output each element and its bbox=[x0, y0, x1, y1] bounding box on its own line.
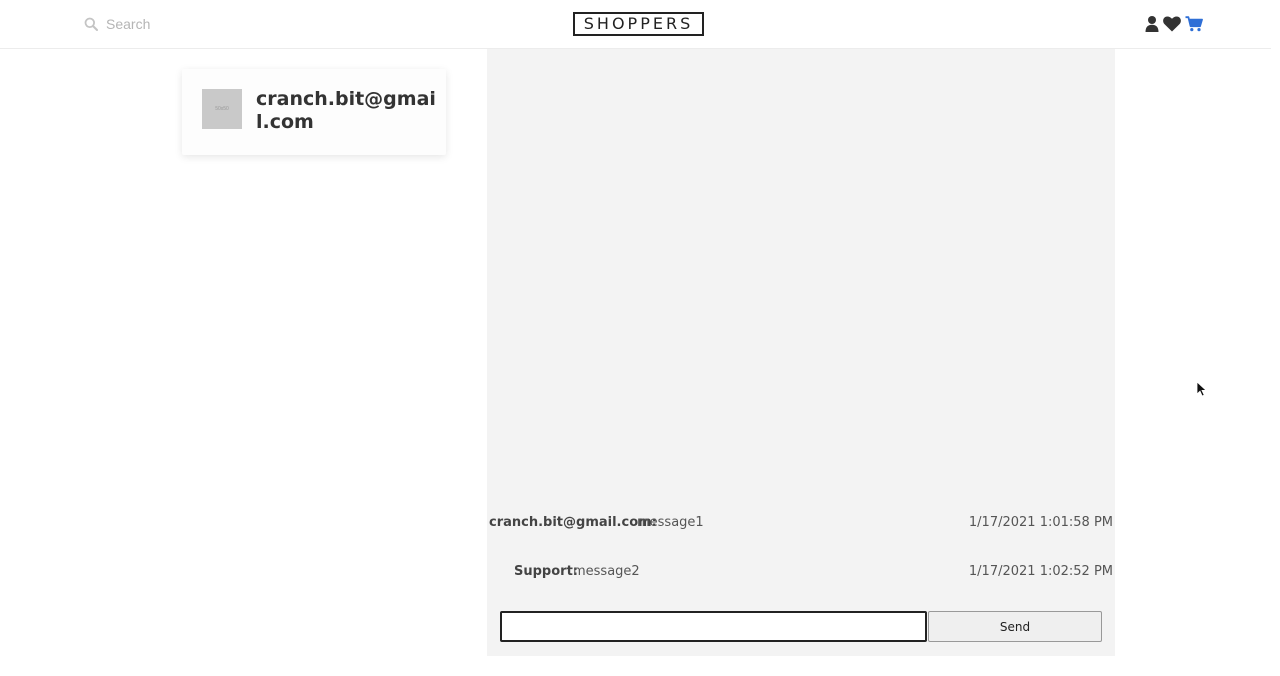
message-text: message2 bbox=[573, 564, 640, 579]
chat-message: Support: message2 1/17/2021 1:02:52 PM bbox=[487, 562, 1115, 582]
message-input[interactable] bbox=[500, 611, 927, 642]
contact-avatar: 50x50 bbox=[202, 89, 242, 129]
send-button[interactable]: Send bbox=[928, 611, 1102, 642]
message-sender: Support: bbox=[514, 564, 578, 579]
message-text: message1 bbox=[637, 515, 704, 530]
header-icons bbox=[1145, 14, 1203, 34]
search-icon bbox=[84, 17, 98, 31]
message-timestamp: 1/17/2021 1:02:52 PM bbox=[968, 564, 1113, 579]
heart-icon[interactable] bbox=[1163, 16, 1181, 32]
chat-panel: cranch.bit@gmail.com: message1 1/17/2021… bbox=[487, 49, 1115, 656]
contact-card[interactable]: 50x50 cranch.bit@gmail.com bbox=[182, 69, 446, 155]
message-sender: cranch.bit@gmail.com: bbox=[489, 515, 657, 530]
message-timestamp: 1/17/2021 1:01:58 PM bbox=[968, 515, 1113, 530]
chat-message: cranch.bit@gmail.com: message1 1/17/2021… bbox=[487, 513, 1115, 533]
cart-icon[interactable] bbox=[1185, 16, 1203, 32]
user-icon[interactable] bbox=[1145, 15, 1159, 33]
mouse-cursor-icon bbox=[1196, 381, 1208, 397]
top-navbar: SHOPPERS bbox=[0, 0, 1280, 49]
search-input[interactable] bbox=[106, 16, 306, 32]
search-bar[interactable] bbox=[84, 14, 306, 34]
page-scrollbar[interactable] bbox=[1271, 0, 1280, 676]
contact-name: cranch.bit@gmail.com bbox=[256, 88, 436, 133]
site-logo[interactable]: SHOPPERS bbox=[573, 12, 704, 36]
